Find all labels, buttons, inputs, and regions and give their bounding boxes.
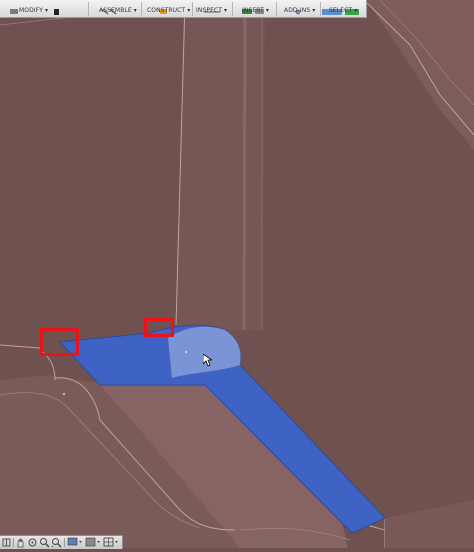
visual-style-icon[interactable]	[85, 537, 101, 548]
select-menu[interactable]: SELECT ▾	[322, 0, 366, 17]
navigation-bar	[0, 535, 123, 549]
add-ins-label: ADD-INS ▾	[284, 7, 316, 14]
inspect-label: INSPECT ▾	[196, 7, 228, 14]
annotation-marker-left	[40, 328, 79, 356]
zoom-window-icon[interactable]	[51, 537, 62, 548]
inspect-menu[interactable]: INSPECT ▾	[194, 0, 230, 17]
assemble-menu[interactable]: ASSEMBLE ▾	[92, 0, 137, 17]
construct-label: CONSTRUCT ▾	[147, 7, 191, 14]
toolbar-divider	[192, 2, 193, 16]
add-ins-icon	[290, 0, 306, 15]
insert-menu[interactable]: INSERT ▾	[236, 0, 272, 17]
display-settings-icon[interactable]	[67, 537, 83, 548]
assemble-label: ASSEMBLE ▾	[99, 7, 137, 14]
insert-icon	[241, 0, 267, 14]
toolbar-divider	[88, 2, 89, 16]
modify-label: MODIFY ▾	[19, 7, 49, 14]
modify-menu[interactable]: MODIFY ▾	[0, 0, 84, 17]
toolbar-divider	[276, 2, 277, 16]
grid-snap-icon[interactable]	[1, 537, 12, 548]
construct-plane-icon	[158, 0, 170, 14]
nav-divider	[64, 538, 65, 547]
annotation-marker-right	[144, 318, 174, 337]
modify-tools-icon	[10, 0, 70, 15]
select-icon	[322, 0, 362, 15]
orbit-icon[interactable]	[27, 537, 38, 548]
mouse-pointer-icon	[202, 352, 214, 371]
main-toolbar: MODIFY ▾ ASSEMBLE ▾ CONSTRUCT ▾ INSPECT …	[0, 0, 367, 18]
toolbar-divider	[232, 2, 233, 16]
nav-divider	[13, 538, 14, 547]
pan-hand-icon[interactable]	[15, 537, 26, 548]
assemble-icon	[98, 0, 128, 15]
toolbar-divider	[141, 2, 142, 16]
construct-menu[interactable]: CONSTRUCT ▾	[144, 0, 192, 17]
add-ins-menu[interactable]: ADD-INS ▾	[280, 0, 318, 17]
grid-settings-icon[interactable]	[103, 537, 119, 548]
model-viewport[interactable]	[0, 0, 474, 548]
inspect-icon	[202, 0, 222, 13]
toolbar-divider	[320, 2, 321, 16]
zoom-icon[interactable]	[39, 537, 50, 548]
insert-label: INSERT ▾	[242, 7, 269, 14]
select-label: SELECT ▾	[329, 7, 358, 14]
